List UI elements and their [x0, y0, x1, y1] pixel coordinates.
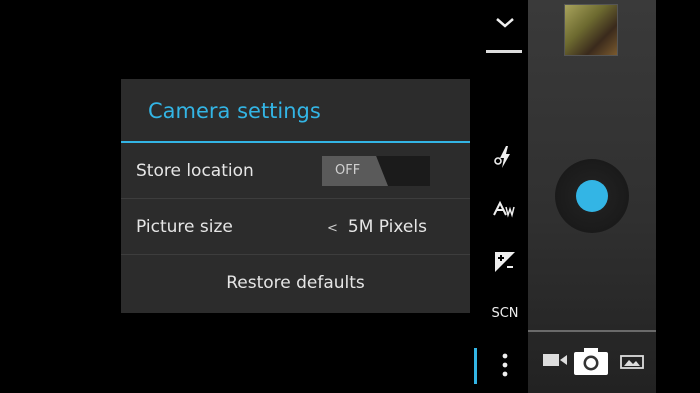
- white-balance-auto-icon[interactable]: [482, 199, 528, 221]
- collapse-bar: [486, 50, 522, 53]
- store-location-label: Store location: [136, 161, 254, 181]
- camera-settings-dialog: Camera settings Store location OFF Pictu…: [121, 79, 470, 313]
- shutter-button[interactable]: [555, 159, 629, 233]
- scene-mode-button[interactable]: SCN: [482, 306, 528, 324]
- right-edge: [656, 0, 700, 393]
- panorama-mode-icon[interactable]: [620, 354, 644, 374]
- more-vert-icon[interactable]: [482, 352, 528, 380]
- exposure-icon[interactable]: [482, 250, 528, 274]
- shutter-inner: [576, 180, 608, 212]
- mode-divider: [528, 330, 656, 332]
- previous-arrow-icon[interactable]: <: [327, 221, 338, 236]
- picture-size-picker[interactable]: <5M Pixels: [327, 199, 427, 257]
- store-location-row: Store location OFF: [121, 143, 470, 199]
- picture-size-row[interactable]: Picture size <5M Pixels: [121, 199, 470, 255]
- video-mode-icon[interactable]: [542, 352, 568, 372]
- toggle-text: OFF: [335, 163, 361, 178]
- dialog-title: Camera settings: [121, 79, 470, 143]
- last-photo-thumbnail[interactable]: [564, 4, 618, 56]
- flash-auto-icon[interactable]: [482, 144, 528, 170]
- camera-controls-panel: [528, 0, 656, 393]
- picture-size-value: 5M Pixels: [347, 217, 427, 237]
- settings-menu-strip: SCN: [482, 0, 528, 393]
- more-active-indicator: [474, 348, 477, 384]
- restore-defaults-button[interactable]: Restore defaults: [121, 255, 470, 311]
- chevron-down-icon[interactable]: [482, 14, 528, 38]
- camera-mode-icon[interactable]: [573, 346, 609, 380]
- picture-size-label: Picture size: [136, 217, 233, 237]
- store-location-toggle[interactable]: OFF: [322, 156, 430, 186]
